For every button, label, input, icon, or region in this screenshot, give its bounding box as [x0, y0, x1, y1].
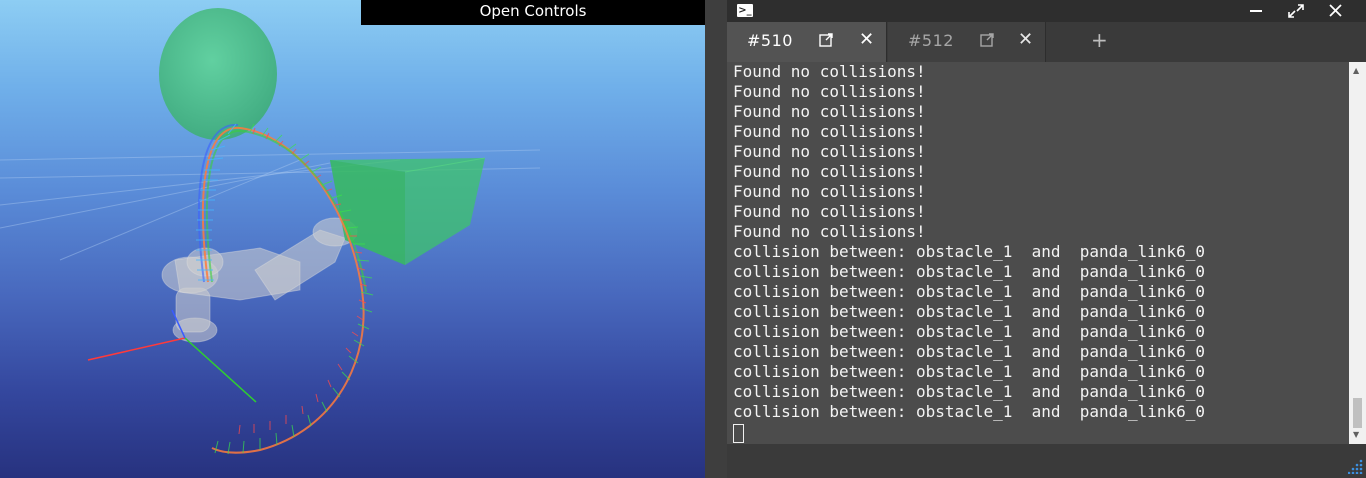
minimize-button[interactable] [1237, 0, 1275, 22]
terminal-line: collision between: obstacle_1 and panda_… [733, 382, 1206, 401]
terminal-line: collision between: obstacle_1 and panda_… [733, 362, 1206, 381]
tab-label: #512 [908, 31, 954, 50]
terminal-line: collision between: obstacle_1 and panda_… [733, 242, 1206, 261]
terminal-line: collision between: obstacle_1 and panda_… [733, 282, 1206, 301]
text-cursor [733, 424, 744, 443]
3d-viewport[interactable]: Open Controls [0, 0, 705, 478]
maximize-icon [1288, 4, 1304, 18]
terminal-line: collision between: obstacle_1 and panda_… [733, 262, 1206, 281]
terminal-line: Found no collisions! [733, 82, 926, 101]
close-window-button[interactable] [1316, 0, 1354, 22]
tab-label: #510 [747, 31, 793, 50]
terminal-line: collision between: obstacle_1 and panda_… [733, 342, 1206, 361]
robot-arm [161, 217, 358, 343]
tab-510[interactable]: #510 ✕ [727, 22, 887, 62]
status-bar [727, 444, 1366, 478]
terminal-line: Found no collisions! [733, 162, 926, 181]
close-icon[interactable]: ✕ [1018, 29, 1033, 51]
scroll-down-arrow-icon[interactable]: ▼ [1353, 430, 1359, 439]
scrollbar-thumb[interactable] [1353, 398, 1362, 428]
terminal-output[interactable]: Found no collisions! Found no collisions!… [727, 62, 1349, 444]
tab-512[interactable]: #512 ✕ [888, 22, 1046, 62]
tab-bar: #510 ✕ #512 ✕ + [727, 22, 1366, 62]
maximize-button[interactable] [1277, 0, 1315, 22]
sphere-obstacle [159, 8, 277, 140]
terminal-line: collision between: obstacle_1 and panda_… [733, 402, 1206, 421]
terminal-line: Found no collisions! [733, 222, 926, 241]
terminal-line: Found no collisions! [733, 62, 926, 81]
popout-icon[interactable] [980, 33, 994, 47]
world-axes [87, 309, 257, 403]
terminal-line: Found no collisions! [733, 182, 926, 201]
scene-canvas[interactable] [0, 0, 705, 478]
scroll-up-arrow-icon[interactable]: ▲ [1353, 66, 1359, 75]
close-icon [1329, 4, 1342, 17]
terminal-line: collision between: obstacle_1 and panda_… [733, 302, 1206, 321]
terminal-line: collision between: obstacle_1 and panda_… [733, 322, 1206, 341]
terminal-line: Found no collisions! [733, 142, 926, 161]
open-controls-button[interactable]: Open Controls [361, 0, 705, 25]
popout-icon[interactable] [819, 33, 833, 47]
close-icon[interactable]: ✕ [859, 29, 874, 51]
new-tab-button[interactable]: + [1091, 28, 1108, 52]
output-lines: Found no collisions! Found no collisions!… [733, 62, 1205, 422]
terminal-line: Found no collisions! [733, 102, 926, 121]
terminal-icon: >_ [737, 4, 753, 17]
pane-splitter[interactable] [705, 0, 727, 478]
terminal-line: Found no collisions! [733, 202, 926, 221]
minimize-icon [1250, 10, 1262, 12]
title-bar[interactable]: >_ [727, 0, 1366, 22]
terminal-window: >_ #510 ✕ #512 ✕ + Found no collisions! … [727, 0, 1366, 478]
vertical-scrollbar[interactable]: ▲ ▼ [1349, 62, 1366, 444]
resize-grip-icon[interactable] [1348, 458, 1364, 474]
terminal-line: Found no collisions! [733, 122, 926, 141]
